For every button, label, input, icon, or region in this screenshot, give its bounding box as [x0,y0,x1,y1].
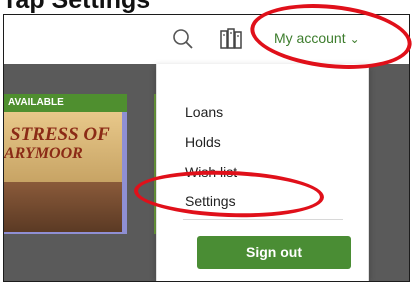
account-dropdown-menu: Loans Holds Wish list Settings Sign out [156,64,369,281]
availability-badge: AVAILABLE [4,94,127,112]
book-cover: STRESS OF ARYMOOR [4,112,122,232]
menu-item-settings[interactable]: Settings [185,193,236,209]
top-header: My account ⌄ [4,15,409,64]
menu-divider [183,219,343,220]
search-icon[interactable] [172,28,194,50]
sign-out-button[interactable]: Sign out [197,236,351,269]
app-frame: My account ⌄ AVAILABLE STRESS OF ARYMOOR … [3,14,410,282]
menu-item-holds[interactable]: Holds [185,134,221,150]
my-account-menu-button[interactable]: My account ⌄ [274,30,360,46]
menu-item-wish-list[interactable]: Wish list [185,164,237,180]
cover-illustration [4,182,122,232]
instruction-caption: Tap Settings [2,0,151,14]
book-title-line-2: ARYMOOR [4,145,83,162]
menu-item-loans[interactable]: Loans [185,104,223,120]
chevron-down-icon: ⌄ [349,32,360,46]
book-title-line-1: STRESS OF [10,124,110,145]
library-icon[interactable] [219,28,243,50]
my-account-label: My account [274,30,346,46]
book-card[interactable]: AVAILABLE STRESS OF ARYMOOR [4,94,127,234]
